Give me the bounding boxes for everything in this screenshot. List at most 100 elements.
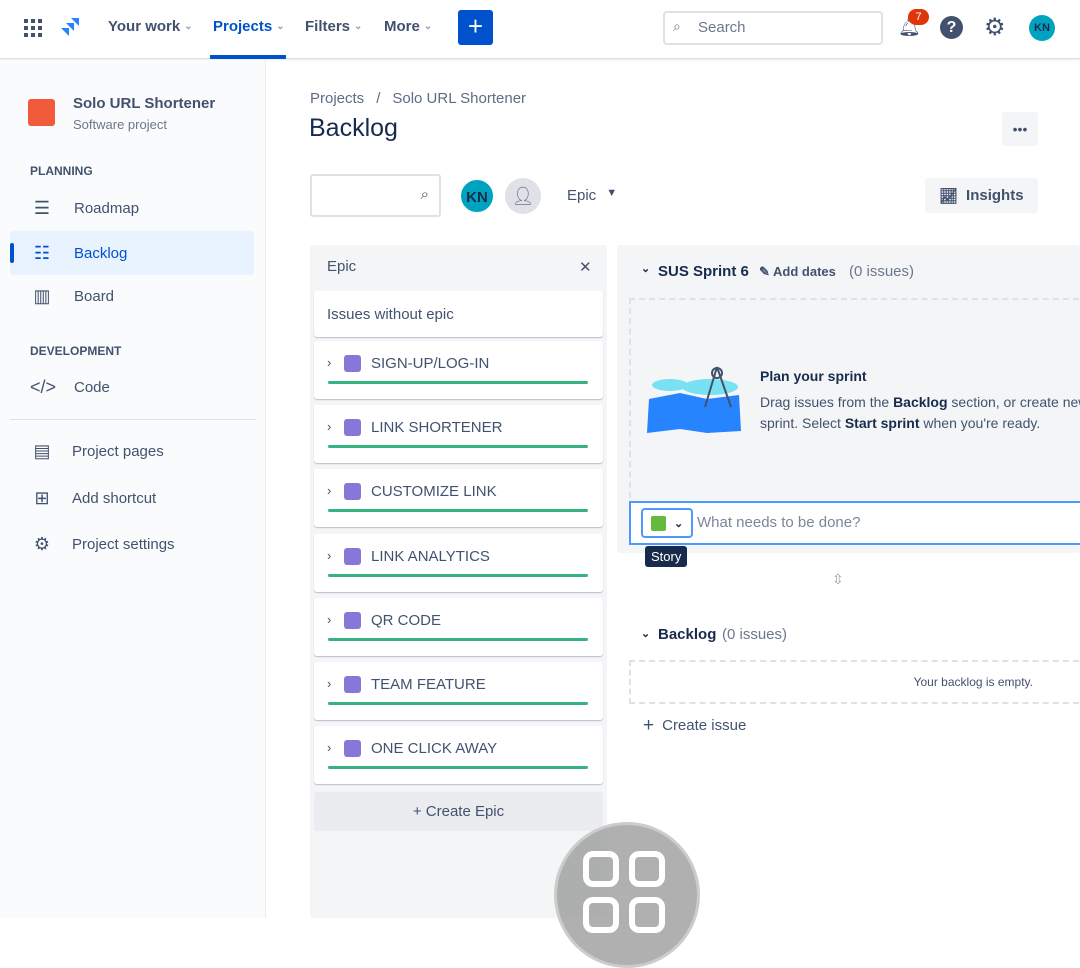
sidebar-item-label: Backlog bbox=[74, 244, 128, 262]
sidebar-item-label: Project pages bbox=[72, 442, 164, 460]
create-button[interactable]: + bbox=[458, 10, 493, 45]
nav-projects[interactable]: Projects ⌄ bbox=[213, 18, 285, 35]
divider bbox=[10, 419, 256, 420]
project-name: Solo URL Shortener bbox=[73, 95, 216, 112]
epic-color-swatch bbox=[344, 483, 361, 501]
active-tab-indicator bbox=[210, 55, 286, 59]
filter-avatar-kn[interactable]: KN bbox=[459, 178, 495, 214]
code-icon: </> bbox=[30, 376, 57, 397]
insights-label: Insights bbox=[966, 187, 1024, 204]
collapse-chevron-icon[interactable]: ⌄ bbox=[641, 262, 650, 275]
sidebar-item-add-shortcut[interactable]: ⊞ Add shortcut bbox=[10, 476, 254, 520]
epic-card[interactable]: › SIGN-UP/LOG-IN bbox=[314, 341, 603, 399]
sidebar-item-code[interactable]: </> Code bbox=[10, 365, 254, 409]
epic-card[interactable]: › LINK SHORTENER bbox=[314, 405, 603, 464]
epic-panel-heading: Epic bbox=[327, 258, 357, 275]
sidebar-item-backlog[interactable]: ☷ Backlog bbox=[10, 231, 254, 275]
app-switcher-icon[interactable] bbox=[24, 19, 42, 37]
user-avatar[interactable]: KN bbox=[1029, 15, 1055, 41]
nav-label: Filters bbox=[305, 18, 351, 35]
breadcrumb: Projects / Solo URL Shortener bbox=[310, 90, 526, 107]
chevron-right-icon[interactable]: › bbox=[327, 483, 331, 498]
story-icon bbox=[651, 515, 666, 531]
sidebar: Solo URL Shortener Software project PLAN… bbox=[0, 60, 266, 918]
epic-card[interactable]: › LINK ANALYTICS bbox=[314, 533, 603, 592]
no-epic-label: Issues without epic bbox=[327, 306, 454, 323]
chevron-right-icon[interactable]: › bbox=[327, 740, 331, 755]
jira-logo-icon[interactable] bbox=[59, 16, 81, 40]
epic-name: CUSTOMIZE LINK bbox=[371, 483, 497, 501]
epic-filter-label: Epic bbox=[567, 187, 597, 204]
chevron-down-icon: ⌄ bbox=[354, 21, 363, 32]
chevron-right-icon[interactable]: › bbox=[327, 676, 331, 691]
insights-button[interactable]: 📈︎ Insights bbox=[925, 178, 1038, 213]
sidebar-item-project-settings[interactable]: ⚙ Project settings bbox=[10, 522, 254, 566]
chevron-right-icon[interactable]: › bbox=[327, 548, 331, 563]
search-input[interactable]: ⌕ Search bbox=[663, 11, 883, 45]
page-icon: ▤ bbox=[33, 440, 51, 461]
epic-name: LINK ANALYTICS bbox=[371, 547, 490, 565]
add-people-icon[interactable]: 👤︎ bbox=[505, 178, 541, 214]
epic-panel: Epic ✕ Issues without epic › SIGN-UP/LOG-… bbox=[310, 245, 607, 918]
epic-name: ONE CLICK AWAY bbox=[371, 740, 498, 758]
add-dates-button[interactable]: ✎ Add dates bbox=[759, 264, 836, 280]
epic-color-swatch bbox=[344, 355, 361, 372]
issue-type-selector[interactable]: ⌄ bbox=[641, 508, 693, 538]
create-epic-button[interactable]: + Create Epic bbox=[314, 792, 603, 831]
chevron-down-icon: ⌄ bbox=[674, 517, 684, 530]
issues-without-epic[interactable]: Issues without epic bbox=[314, 291, 603, 337]
grid-apps-icon bbox=[583, 851, 665, 933]
chevron-right-icon[interactable]: › bbox=[327, 612, 331, 627]
sidebar-item-label: Add shortcut bbox=[72, 489, 157, 507]
issue-summary-placeholder: What needs to be done? bbox=[697, 514, 861, 531]
epic-progress-bar bbox=[328, 573, 588, 577]
project-type: Software project bbox=[73, 117, 167, 132]
add-shortcut-icon: ⊞ bbox=[34, 487, 50, 508]
notification-badge: 7 bbox=[908, 9, 929, 25]
chevron-down-icon: ▼ bbox=[606, 187, 618, 199]
map-illustration-icon bbox=[647, 366, 741, 433]
sidebar-item-board[interactable]: ▥ Board bbox=[10, 274, 254, 318]
help-icon[interactable]: ? bbox=[940, 16, 963, 39]
breadcrumb-project[interactable]: Solo URL Shortener bbox=[392, 90, 526, 107]
sidebar-item-roadmap[interactable]: ☰ Roadmap bbox=[10, 186, 254, 230]
breadcrumb-projects[interactable]: Projects bbox=[310, 90, 364, 107]
backlog-search-input[interactable]: ⌕ bbox=[310, 174, 441, 217]
nav-label: Your work bbox=[108, 18, 181, 35]
epic-name: QR CODE bbox=[371, 611, 442, 629]
create-issue-inline-input[interactable]: ⌄ What needs to be done? bbox=[629, 501, 1080, 545]
epic-card[interactable]: › QR CODE bbox=[314, 597, 603, 656]
nav-label: Projects bbox=[213, 18, 273, 35]
search-icon: ⌕ bbox=[420, 186, 429, 203]
resize-handle-icon[interactable]: ⇳ bbox=[832, 571, 844, 588]
sprint-container: ⌄ SUS Sprint 6 ✎ Add dates (0 issues) Pl… bbox=[617, 245, 1080, 567]
epic-color-swatch bbox=[344, 740, 361, 758]
plus-icon: + bbox=[643, 715, 655, 736]
chevron-down-icon: ⌄ bbox=[184, 21, 193, 32]
epic-card[interactable]: › CUSTOMIZE LINK bbox=[314, 469, 603, 528]
sidebar-item-project-pages[interactable]: ▤ Project pages bbox=[10, 429, 254, 473]
development-heading: DEVELOPMENT bbox=[30, 344, 122, 358]
chevron-right-icon[interactable]: › bbox=[327, 355, 331, 370]
floating-action-button[interactable] bbox=[554, 822, 700, 968]
roadmap-icon: ☰ bbox=[33, 197, 51, 218]
chevron-right-icon[interactable]: › bbox=[327, 419, 331, 434]
more-actions-button[interactable]: ••• bbox=[1002, 112, 1038, 146]
create-issue-label: Create issue bbox=[662, 717, 747, 734]
nav-filters[interactable]: Filters ⌄ bbox=[305, 18, 362, 35]
nav-more[interactable]: More ⌄ bbox=[384, 18, 432, 35]
epic-name: SIGN-UP/LOG-IN bbox=[371, 355, 490, 372]
close-icon[interactable]: ✕ bbox=[579, 258, 592, 276]
collapse-chevron-icon[interactable]: ⌄ bbox=[641, 627, 650, 640]
settings-gear-icon[interactable]: ⚙ bbox=[984, 13, 1006, 42]
nav-your-work[interactable]: Your work ⌄ bbox=[108, 18, 193, 35]
epic-card[interactable]: › ONE CLICK AWAY bbox=[314, 726, 603, 785]
gear-icon: ⚙ bbox=[33, 533, 51, 554]
create-issue-button[interactable]: + Create issue bbox=[643, 715, 747, 736]
epic-color-swatch bbox=[344, 676, 361, 693]
add-dates-label: Add dates bbox=[773, 264, 836, 279]
epic-filter-dropdown[interactable]: Epic ▼ bbox=[567, 187, 617, 204]
sidebar-item-label: Project settings bbox=[72, 535, 175, 553]
backlog-drop-zone: Your backlog is empty. bbox=[629, 660, 1080, 704]
epic-card[interactable]: › TEAM FEATURE bbox=[314, 662, 603, 720]
